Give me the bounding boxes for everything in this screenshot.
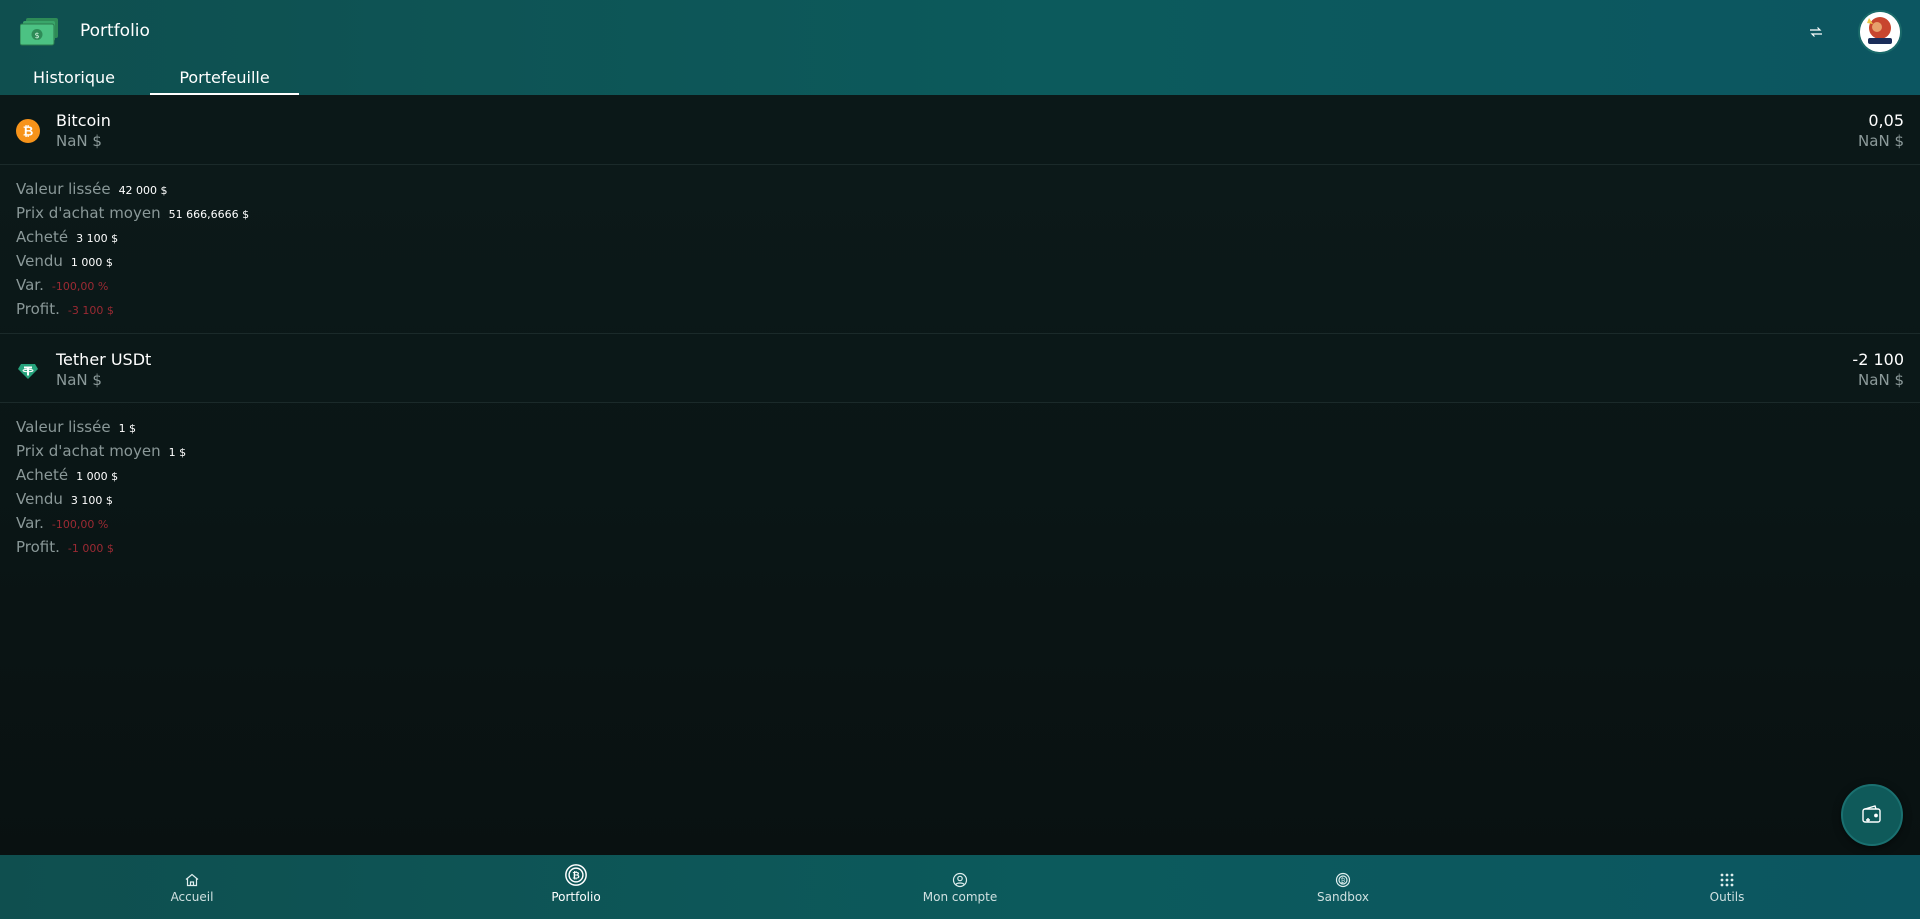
detail-value: -100,00 % xyxy=(51,518,109,531)
bottom-nav: Accueil ₿ Portfolio Mon compte ₿ Sandbox… xyxy=(0,855,1920,919)
grid-icon xyxy=(1715,868,1739,892)
detail-value: 1 $ xyxy=(118,422,137,435)
detail-average-price: Prix d'achat moyen 51 666,6666 $ xyxy=(16,204,616,228)
detail-bought: Acheté 3 100 $ xyxy=(16,228,616,252)
portfolio-coin-icon: ₿ xyxy=(564,863,588,887)
tab-historique[interactable]: Historique xyxy=(0,62,148,95)
nav-outils[interactable]: Outils xyxy=(1627,855,1827,919)
asset-quantity: -2 100 xyxy=(1852,350,1904,369)
detail-label: Profit. xyxy=(16,538,60,556)
sync-button[interactable] xyxy=(1800,20,1832,44)
asset-value: NaN $ xyxy=(56,132,102,150)
detail-label: Acheté xyxy=(16,228,69,246)
asset-quantity-value: NaN $ xyxy=(1858,371,1904,389)
detail-label: Vendu xyxy=(16,252,63,270)
refresh-icon xyxy=(1810,27,1822,37)
home-icon xyxy=(180,868,204,892)
bitcoin-icon: ₿ xyxy=(16,119,40,143)
avatar[interactable] xyxy=(1858,10,1902,54)
detail-label: Profit. xyxy=(16,300,60,318)
detail-sold: Vendu 3 100 $ xyxy=(16,490,616,514)
detail-value: 1 000 $ xyxy=(70,256,113,269)
asset-name: Tether USDt xyxy=(56,350,152,369)
detail-profit: Profit. -1 000 $ xyxy=(16,538,616,562)
page-title: Portfolio xyxy=(80,21,150,41)
svg-text:₿: ₿ xyxy=(23,125,34,140)
tether-icon xyxy=(16,358,40,382)
app: $ Portfolio Historique Portefeuille ₿ Bi… xyxy=(0,0,1920,919)
nav-portfolio[interactable]: ₿ Portfolio xyxy=(476,855,676,919)
svg-text:₿: ₿ xyxy=(572,871,580,882)
wallet-add-icon xyxy=(1862,805,1881,823)
detail-value: -3 100 $ xyxy=(67,304,114,317)
detail-value: 1 000 $ xyxy=(76,470,119,483)
detail-value: 1 $ xyxy=(168,446,187,459)
sandbox-coin-icon: ₿ xyxy=(1331,868,1355,892)
detail-variation: Var. -100,00 % xyxy=(16,514,616,538)
detail-value: -1 000 $ xyxy=(67,542,114,555)
detail-value: 3 100 $ xyxy=(76,232,119,245)
user-circle-icon xyxy=(948,868,972,892)
nav-mon-compte[interactable]: Mon compte xyxy=(860,855,1060,919)
asset-details-bitcoin: Valeur lissée 42 000 $ Prix d'achat moye… xyxy=(16,180,616,324)
top-bar: $ Portfolio xyxy=(0,0,1920,62)
detail-label: Prix d'achat moyen xyxy=(16,442,161,460)
asset-row-bitcoin[interactable]: ₿ Bitcoin NaN $ 0,05 NaN $ xyxy=(0,95,1920,165)
detail-profit: Profit. -3 100 $ xyxy=(16,300,616,324)
detail-value: -100,00 % xyxy=(51,280,109,293)
detail-label: Valeur lissée xyxy=(16,418,111,436)
tab-bar: Historique Portefeuille xyxy=(0,62,600,95)
asset-quantity-value: NaN $ xyxy=(1858,132,1904,150)
tab-portefeuille[interactable]: Portefeuille xyxy=(150,62,299,95)
detail-average-price: Prix d'achat moyen 1 $ xyxy=(16,442,616,466)
nav-label: Sandbox xyxy=(1317,890,1369,904)
detail-bought: Acheté 1 000 $ xyxy=(16,466,616,490)
header: $ Portfolio Historique Portefeuille xyxy=(0,0,1920,95)
detail-label: Valeur lissée xyxy=(16,180,111,198)
detail-value: 3 100 $ xyxy=(70,494,113,507)
add-transaction-button[interactable] xyxy=(1841,784,1903,846)
svg-text:₿: ₿ xyxy=(1341,878,1346,885)
detail-variation: Var. -100,00 % xyxy=(16,276,616,300)
detail-label: Prix d'achat moyen xyxy=(16,204,161,222)
svg-text:$: $ xyxy=(34,31,39,40)
detail-label: Vendu xyxy=(16,490,63,508)
nav-label: Outils xyxy=(1709,890,1745,904)
detail-label: Var. xyxy=(16,514,44,532)
detail-value: 51 666,6666 $ xyxy=(168,208,250,221)
asset-value: NaN $ xyxy=(56,371,102,389)
portfolio-list: ₿ Bitcoin NaN $ 0,05 NaN $ Valeur lissée… xyxy=(0,95,1920,855)
nav-accueil[interactable]: Accueil xyxy=(92,855,292,919)
nav-label: Portfolio xyxy=(551,890,601,904)
asset-details-tether: Valeur lissée 1 $ Prix d'achat moyen 1 $… xyxy=(16,418,616,562)
nav-label: Accueil xyxy=(170,890,214,904)
nav-sandbox[interactable]: ₿ Sandbox xyxy=(1243,855,1443,919)
detail-smoothed-value: Valeur lissée 42 000 $ xyxy=(16,180,616,204)
asset-name: Bitcoin xyxy=(56,111,111,130)
detail-label: Acheté xyxy=(16,466,69,484)
nav-label: Mon compte xyxy=(922,890,998,904)
money-logo-icon: $ xyxy=(19,17,60,46)
detail-smoothed-value: Valeur lissée 1 $ xyxy=(16,418,616,442)
detail-label: Var. xyxy=(16,276,44,294)
detail-value: 42 000 $ xyxy=(118,184,168,197)
asset-quantity: 0,05 xyxy=(1868,111,1904,130)
asset-row-tether[interactable]: Tether USDt NaN $ -2 100 NaN $ xyxy=(0,333,1920,403)
detail-sold: Vendu 1 000 $ xyxy=(16,252,616,276)
